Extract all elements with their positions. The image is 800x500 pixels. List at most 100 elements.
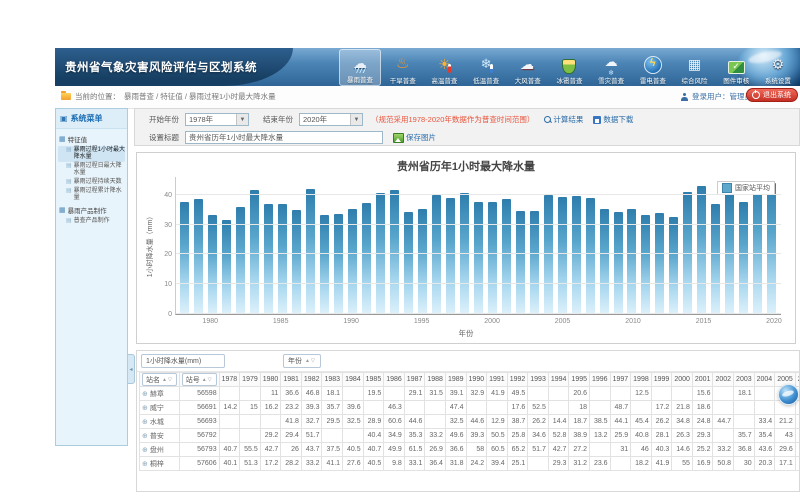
expand-row-icon[interactable]: ⊕ bbox=[142, 405, 148, 412]
chart-plot-area: 1小时降水量（mm） 国家站平均 010203040 bbox=[175, 177, 781, 315]
value-cell bbox=[528, 387, 549, 401]
station-name-cell: ⊕赫章 bbox=[140, 387, 180, 401]
value-cell: 39.3 bbox=[301, 401, 322, 415]
nav-item-composite[interactable]: 综合风险 bbox=[675, 51, 715, 86]
value-cell: 26.2 bbox=[528, 415, 549, 429]
bar-2001 bbox=[502, 199, 511, 314]
sidebar-item-label: 暴雨过程日最大降水量 bbox=[74, 163, 125, 177]
sidebar: ▣ 系统菜单 ▦特征值▤暴雨过程1小时最大降水量▤暴雨过程日最大降水量▤暴雨过程… bbox=[55, 108, 128, 446]
bar-2019 bbox=[753, 181, 762, 314]
station-id-header[interactable]: 站号▲▽ bbox=[179, 373, 219, 387]
expand-row-icon[interactable]: ⊕ bbox=[142, 391, 148, 398]
value-cell: 18.1 bbox=[734, 387, 755, 401]
bar-1984 bbox=[264, 204, 273, 314]
value-cell bbox=[219, 429, 240, 443]
value-cell: 28.9 bbox=[363, 415, 384, 429]
map-review-icon bbox=[728, 61, 745, 74]
sidebar-item[interactable]: ▤普查产品制作 bbox=[58, 217, 125, 226]
expand-row-icon[interactable]: ⊕ bbox=[142, 419, 148, 426]
value-cell: 52.8 bbox=[548, 429, 569, 443]
station-name: 普安 bbox=[150, 433, 164, 440]
expand-row-icon[interactable]: ⊕ bbox=[142, 447, 148, 454]
year-header: 2006 bbox=[795, 373, 800, 387]
value-cell: 45 bbox=[795, 443, 800, 457]
bar-2007 bbox=[586, 198, 595, 314]
nav-item-wind[interactable]: 大风普查 bbox=[508, 51, 548, 86]
logout-button[interactable]: 退出系统 bbox=[746, 88, 798, 102]
value-cell: 34.9 bbox=[384, 429, 405, 443]
value-cell: 35.7 bbox=[322, 401, 343, 415]
chart-title-input[interactable]: 贵州省历年1小时最大降水量 bbox=[185, 131, 383, 144]
value-cell: 24.8 bbox=[692, 415, 713, 429]
sidebar-tree: ▦特征值▤暴雨过程1小时最大降水量▤暴雨过程日最大降水量▤暴雨过程持续天数▤暴雨… bbox=[56, 129, 127, 229]
bar-2009 bbox=[614, 212, 623, 314]
bar-1986 bbox=[292, 210, 301, 314]
value-cell: 24.2 bbox=[466, 457, 487, 471]
data-download-button[interactable]: 数据下载 bbox=[593, 114, 633, 125]
value-cell: 41.1 bbox=[322, 457, 343, 471]
nav-item-drought[interactable]: 干旱普查 bbox=[383, 51, 423, 86]
nav-item-settings[interactable]: 系统设置 bbox=[758, 51, 798, 86]
value-cell: 14.4 bbox=[548, 415, 569, 429]
station-name: 威宁 bbox=[150, 405, 164, 412]
start-year-label: 开始年份 bbox=[149, 114, 179, 125]
value-cell: 40.5 bbox=[343, 443, 364, 457]
nav-item-cold[interactable]: 低温普查 bbox=[466, 51, 506, 86]
sidebar-item[interactable]: ▤暴雨过程累计降水量 bbox=[58, 187, 125, 203]
gridline bbox=[176, 253, 781, 254]
toolbar-row-2: 设置标题 贵州省历年1小时最大降水量 保存图片 bbox=[135, 129, 799, 146]
station-name: 桐梓 bbox=[150, 461, 164, 468]
table-row: ⊕威宁5669114.21516.223.239.335.739.646.347… bbox=[140, 401, 800, 415]
measure-selector[interactable]: 1小时降水量(mm) bbox=[141, 354, 225, 368]
value-cell: 33.2 bbox=[425, 429, 446, 443]
sidebar-group[interactable]: ▦特征值 bbox=[58, 132, 125, 146]
x-tick-label: 2015 bbox=[696, 318, 712, 325]
station-data-table: 站名▲▽站号▲▽19781979198019811982198319841985… bbox=[139, 372, 800, 471]
value-cell bbox=[713, 429, 734, 443]
nav-item-hail[interactable]: 冰雹普查 bbox=[549, 51, 589, 86]
station-id-cell: 56691 bbox=[179, 401, 219, 415]
gridline bbox=[176, 224, 781, 225]
bar-1980 bbox=[208, 215, 217, 314]
legend-label: 国家站平均 bbox=[735, 183, 770, 193]
value-cell: 40.1 bbox=[219, 457, 240, 471]
sidebar-group[interactable]: ▦暴雨产品制作 bbox=[58, 203, 125, 217]
value-cell bbox=[240, 387, 261, 401]
year-header: 2004 bbox=[754, 373, 775, 387]
end-year-select[interactable]: 2020年 ▼ bbox=[299, 113, 363, 126]
station-name-header[interactable]: 站名▲▽ bbox=[140, 373, 180, 387]
calc-result-button[interactable]: 计算结果 bbox=[544, 114, 583, 125]
value-cell bbox=[734, 415, 755, 429]
value-cell: 31.2 bbox=[569, 457, 590, 471]
save-image-button[interactable]: 保存图片 bbox=[393, 132, 436, 143]
table-row: ⊕普安5679229.229.451.740.434.935.333.249.6… bbox=[140, 429, 800, 443]
value-cell: 16.2 bbox=[260, 401, 281, 415]
value-cell bbox=[425, 415, 446, 429]
expand-row-icon[interactable]: ⊕ bbox=[142, 433, 148, 440]
value-cell: 32.5 bbox=[445, 415, 466, 429]
value-cell: 58 bbox=[466, 443, 487, 457]
station-name-cell: ⊕桐梓 bbox=[140, 457, 180, 471]
composite-icon bbox=[685, 56, 705, 74]
nav-item-rainstorm[interactable]: 暴雨普查 bbox=[339, 49, 381, 86]
value-cell bbox=[713, 387, 734, 401]
year-header: 1994 bbox=[548, 373, 569, 387]
nav-item-heat[interactable]: 高温普查 bbox=[424, 51, 464, 86]
sidebar-item[interactable]: ▤暴雨过程日最大降水量 bbox=[58, 162, 125, 178]
station-id-chip: 站号▲▽ bbox=[182, 373, 217, 386]
bar-1979 bbox=[194, 199, 203, 314]
start-year-select[interactable]: 1978年 ▼ bbox=[185, 113, 249, 126]
value-cell bbox=[548, 387, 569, 401]
nav-item-map-review[interactable]: 图件审核 bbox=[716, 51, 756, 86]
sidebar-item[interactable]: ▤暴雨过程持续天数 bbox=[58, 178, 125, 187]
value-cell: 39.6 bbox=[343, 401, 364, 415]
value-cell: 44.1 bbox=[610, 415, 631, 429]
value-cell bbox=[404, 401, 425, 415]
floating-widget-badge[interactable] bbox=[778, 384, 799, 405]
nav-item-lightning[interactable]: 雷电普查 bbox=[633, 51, 673, 86]
sidebar-item[interactable]: ▤暴雨过程1小时最大降水量 bbox=[58, 146, 125, 162]
nav-item-snow[interactable]: 雪灾普查 bbox=[591, 51, 631, 86]
year-group-header[interactable]: 年份 ▲▽ bbox=[283, 354, 321, 368]
expand-row-icon[interactable]: ⊕ bbox=[142, 461, 148, 468]
value-cell bbox=[795, 457, 800, 471]
